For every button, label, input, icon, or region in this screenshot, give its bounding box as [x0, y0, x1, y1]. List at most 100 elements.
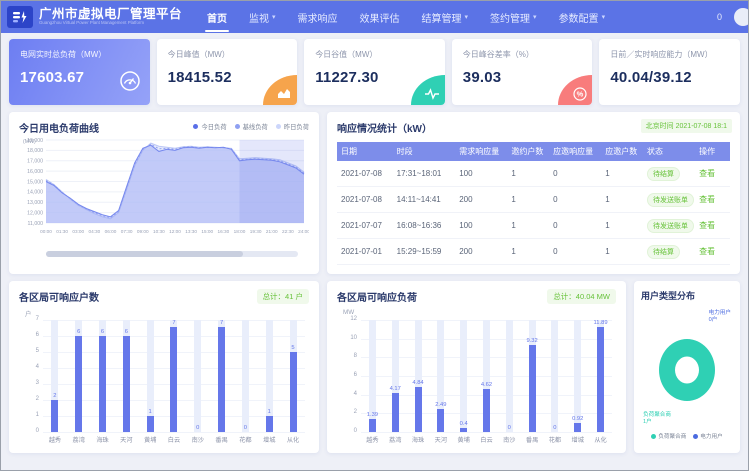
legend-item-power-user[interactable]: 电力用户 [693, 432, 722, 440]
bar-越秀: 1.39 [361, 320, 384, 432]
bar-天河: 6 [114, 320, 138, 432]
legend-dot [235, 124, 240, 129]
bar-花都: 0 [544, 320, 567, 432]
table-cell: 200 [455, 187, 507, 213]
district-users-card: 各区局可响应户数 总计：41 户 户 7654321026661707015 越… [9, 281, 319, 453]
svg-text:16:30: 16:30 [218, 229, 230, 234]
svg-text:18,000: 18,000 [27, 148, 43, 154]
bar-value-label: 7 [220, 320, 223, 326]
view-link[interactable]: 查看 [699, 247, 715, 256]
bar [369, 419, 376, 432]
bar-value-label: 1.39 [367, 412, 378, 418]
power-logo-icon [12, 10, 28, 24]
bar-天河: 2.49 [429, 320, 452, 432]
table-row: 2021-07-0716:08~16:36100101待发送账单查看 [337, 213, 730, 239]
user-type-legend: 负荷聚合商 电力用户 [641, 432, 733, 440]
bar-value-label: 6 [77, 329, 80, 335]
view-link[interactable]: 查看 [699, 169, 715, 178]
bar-value-label: 11.89 [593, 320, 607, 326]
svg-text:10:30: 10:30 [153, 229, 165, 234]
svg-text:15:00: 15:00 [201, 229, 213, 234]
y-tick: 8 [340, 353, 357, 359]
svg-text:12,000: 12,000 [27, 210, 43, 216]
category-label: 增城 [566, 435, 589, 444]
bar-番禺: 7 [210, 320, 234, 432]
y-tick: 1 [22, 412, 39, 418]
table-row: 2021-07-0814:11~14:41200101待发送账单查看 [337, 187, 730, 213]
x-axis-categories: 越秀荔湾海珠天河黄埔白云南沙番禺花都增城从化 [361, 435, 612, 444]
callout-label: 电力用户 [709, 310, 731, 317]
bar-增城: 1 [257, 320, 281, 432]
donut-ring [659, 339, 715, 401]
bar-海珠: 4.84 [407, 320, 430, 432]
nav-item-1[interactable]: 监视▾ [238, 1, 287, 33]
svg-text:04:30: 04:30 [89, 229, 101, 234]
svg-text:12:00: 12:00 [169, 229, 181, 234]
category-label: 从化 [281, 435, 305, 444]
bar [51, 400, 58, 432]
nav-item-2[interactable]: 需求响应 [287, 1, 349, 33]
legend-item[interactable]: 基线负荷 [235, 122, 268, 131]
table-cell: 100 [455, 161, 507, 187]
nav-item-6[interactable]: 参数配置▾ [548, 1, 617, 33]
table-cell: 1 [507, 213, 549, 239]
user-type-chart: 电力用户 0户 负荷聚合商 1户 [641, 302, 733, 428]
view-link[interactable]: 查看 [699, 221, 715, 230]
dashboard-window: 广州市虚拟电厂管理平台 Guangzhou Virtual Power Plan… [0, 0, 749, 471]
bar-花都: 0 [234, 320, 258, 432]
callout-label: 负荷聚合商 [643, 412, 671, 419]
load-curve-legend: 今日负荷 基线负荷昨日负荷 [193, 122, 309, 131]
table-cell: 0 [549, 161, 601, 187]
bar-value-label: 0 [553, 425, 556, 431]
legend-label: 基线负荷 [243, 122, 268, 131]
legend-item[interactable]: 昨日负荷 [276, 122, 309, 131]
slider-range[interactable] [46, 251, 243, 257]
table-cell: 0 [549, 187, 601, 213]
svg-text:14,000: 14,000 [27, 190, 43, 196]
bar [218, 327, 225, 432]
district-users-title: 各区局可响应户数 [19, 289, 99, 304]
bar [574, 423, 581, 432]
legend-item[interactable]: 今日负荷 [193, 122, 226, 131]
legend-dot [651, 434, 656, 439]
column-header: 日期 [337, 142, 393, 161]
y-tick: 5 [22, 348, 39, 354]
user-avatar[interactable] [734, 8, 749, 26]
dashboard-content: 电网实时总负荷（MW） 17603.67 今日峰值（MW） 18415.52 [1, 33, 748, 459]
notification-badge[interactable]: 0 [717, 12, 722, 22]
kpi-card-peak: 今日峰值（MW） 18415.52 [157, 39, 298, 105]
chevron-down-icon: ▾ [533, 13, 537, 21]
brand: 广州市虚拟电厂管理平台 Guangzhou Virtual Power Plan… [39, 8, 182, 26]
response-table-body: 2021-07-0817:31~18:01100101待结算查看2021-07-… [337, 161, 730, 265]
legend-item-aggregator[interactable]: 负荷聚合商 [651, 432, 686, 440]
donut-hole [675, 357, 699, 384]
nav-item-0[interactable]: 首页 [196, 1, 238, 33]
svg-text:16,000: 16,000 [27, 169, 43, 175]
bar-value-label: 5 [291, 345, 294, 351]
category-label: 白云 [475, 435, 498, 444]
nav-item-5[interactable]: 签约管理▾ [479, 1, 548, 33]
chevron-down-icon: ▾ [602, 13, 606, 21]
category-label: 荔湾 [67, 435, 91, 444]
response-stats-card: 响应情况统计（kW） 北京时间 2021-07-08 18:1 日期时段需求响应… [327, 112, 740, 274]
bar [597, 327, 604, 432]
bar-value-label: 0 [196, 425, 199, 431]
kpi-card-grid-load: 电网实时总负荷（MW） 17603.67 [9, 39, 150, 105]
legend-label: 今日负荷 [201, 122, 226, 131]
table-row: 2021-07-0115:29~15:59200101待结算查看 [337, 239, 730, 265]
view-link[interactable]: 查看 [699, 195, 715, 204]
status-badge: 待结算 [647, 167, 680, 181]
load-curve-chart: 19,00018,00017,00016,00015,00014,00013,0… [19, 135, 309, 243]
data-zoom-slider[interactable] [46, 251, 298, 257]
column-header: 时段 [393, 142, 456, 161]
bar [460, 428, 467, 432]
table-cell: 2021-07-01 [337, 239, 393, 265]
table-cell: 2021-07-08 [337, 187, 393, 213]
table-cell: 100 [455, 213, 507, 239]
gauge-icon [119, 70, 141, 97]
nav-item-4[interactable]: 结算管理▾ [411, 1, 480, 33]
callout-aggregators: 负荷聚合商 1户 [643, 412, 671, 426]
bar-南沙: 0 [498, 320, 521, 432]
nav-item-3[interactable]: 效果评估 [349, 1, 411, 33]
table-cell: 1 [601, 239, 643, 265]
